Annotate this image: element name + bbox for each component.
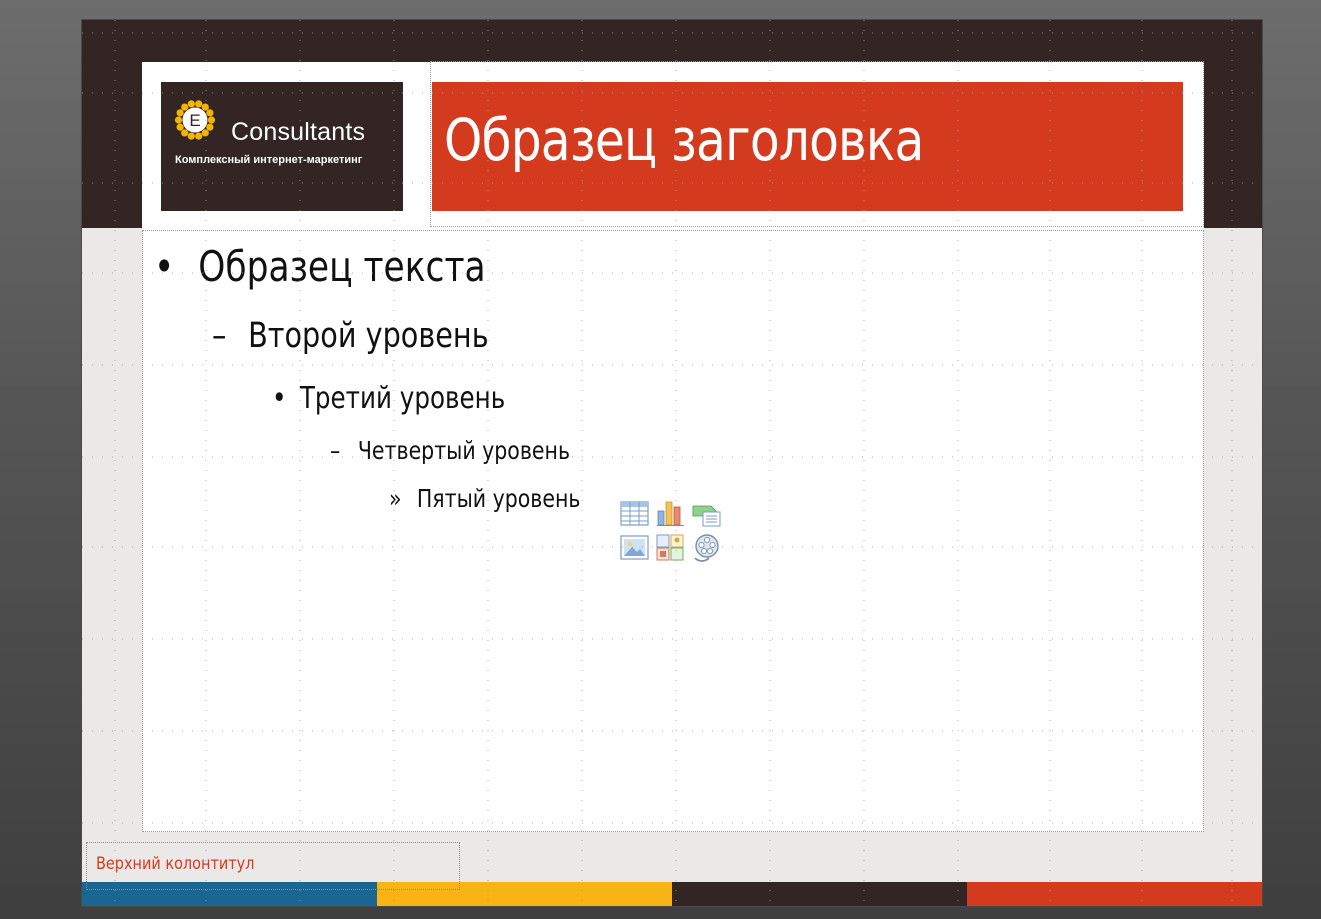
picture-icon[interactable] xyxy=(619,532,650,563)
footer-placeholder-text[interactable]: Верхний колонтитул xyxy=(96,854,254,874)
bullet-text: Образец текста xyxy=(198,242,486,291)
title-bar: Образец заголовка xyxy=(432,82,1183,211)
chart-icon[interactable] xyxy=(655,498,686,529)
sun-ray-dot xyxy=(187,100,195,108)
bullet-marker: – xyxy=(330,436,341,465)
sun-ray-dot xyxy=(176,123,184,131)
sun-ray-dot xyxy=(195,132,203,140)
body-text-level-1[interactable]: • Образец текста xyxy=(154,242,486,291)
sun-ray-dot xyxy=(206,123,214,131)
slide-master: E Consultants Комплексный интернет-марке… xyxy=(82,20,1262,906)
bullet-marker: • xyxy=(272,381,287,416)
slide-title[interactable]: Образец заголовка xyxy=(444,106,924,174)
bullet-marker: • xyxy=(154,242,175,291)
smartart-icon[interactable] xyxy=(691,498,722,529)
sun-ray-dot xyxy=(187,132,195,140)
bullet-marker: – xyxy=(212,316,227,356)
sun-ray-dot xyxy=(201,103,209,111)
logo-name: Consultants xyxy=(231,118,366,146)
sun-ray-dot xyxy=(201,129,209,137)
sun-ray-dot xyxy=(207,116,216,124)
body-text-level-2[interactable]: – Второй уровень xyxy=(212,316,489,356)
color-strip xyxy=(82,882,1262,906)
logo: E Consultants Комплексный интернет-марке… xyxy=(161,82,403,211)
body-text-level-3[interactable]: • Третий уровень xyxy=(272,381,505,416)
clipart-icon[interactable] xyxy=(655,532,686,563)
strip-segment-dark xyxy=(672,882,967,906)
sun-ray-dot xyxy=(206,109,214,117)
sun-logo-icon: E xyxy=(174,100,216,140)
media-icon[interactable] xyxy=(691,532,722,563)
strip-segment-red xyxy=(967,882,1262,906)
bullet-text: Третий уровень xyxy=(299,381,506,416)
bullet-text: Второй уровень xyxy=(248,316,489,356)
bullet-text: Пятый уровень xyxy=(416,484,581,513)
sun-ray-dot xyxy=(181,129,189,137)
sun-ray-dot xyxy=(176,109,184,117)
logo-letter: E xyxy=(189,111,200,130)
bullet-marker: » xyxy=(389,484,402,513)
strip-segment-yellow xyxy=(377,882,672,906)
bullet-text: Четвертый уровень xyxy=(357,436,571,465)
insert-content-icons xyxy=(619,498,725,566)
sun-ray-dot xyxy=(195,100,203,108)
body-text-level-4[interactable]: – Четвертый уровень xyxy=(330,436,570,465)
logo-tagline: Комплексный интернет-маркетинг xyxy=(175,154,363,166)
strip-segment-blue xyxy=(82,882,377,906)
table-icon[interactable] xyxy=(619,498,650,529)
sun-ray-dot xyxy=(181,103,189,111)
body-text-level-5[interactable]: » Пятый уровень xyxy=(389,484,580,513)
sun-ray-dot xyxy=(174,116,183,124)
